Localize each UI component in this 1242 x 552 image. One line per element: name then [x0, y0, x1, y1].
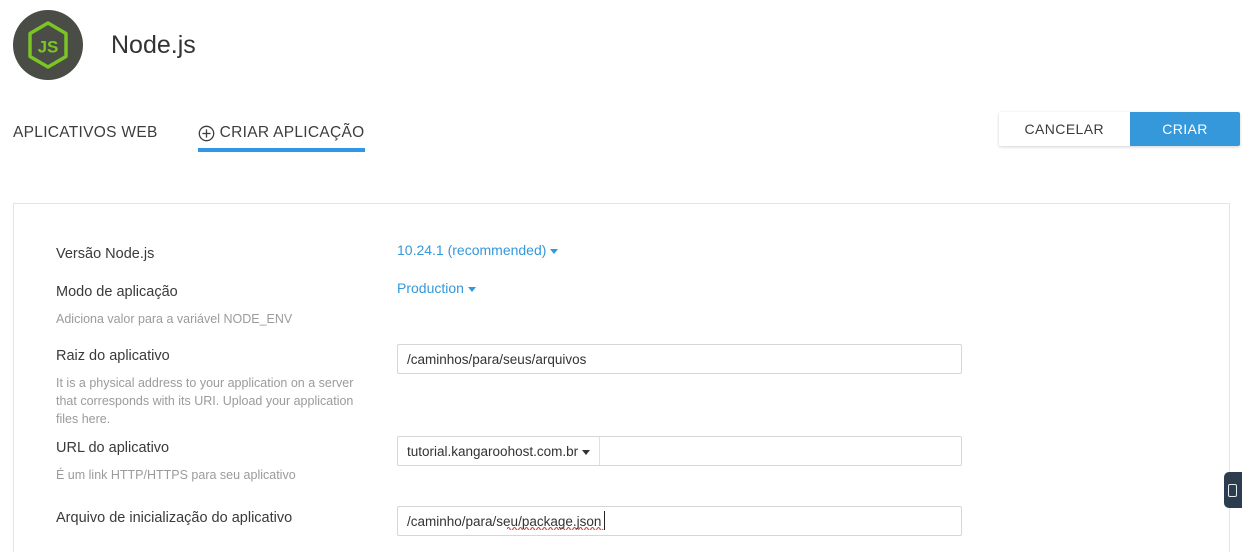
chevron-down-icon [468, 287, 476, 292]
label-column: Versão Node.js [56, 242, 397, 264]
tab-label: APLICATIVOS WEB [13, 124, 158, 142]
action-buttons: CANCELAR CRIAR [999, 112, 1240, 146]
label-column: Arquivo de inicialização do aplicativo [56, 506, 397, 528]
chat-tab-glyph [1228, 484, 1237, 497]
label-column: Modo de aplicação Adiciona valor para a … [56, 280, 397, 328]
chevron-down-icon [550, 249, 558, 254]
create-application-form-card: Versão Node.js 10.24.1 (recommended) Mod… [13, 203, 1230, 552]
chevron-down-icon [582, 450, 590, 455]
application-mode-value: Production [397, 280, 464, 296]
field-label: Raiz do aplicativo [56, 346, 397, 366]
label-column: URL do aplicativo É um link HTTP/HTTPS p… [56, 436, 397, 484]
create-button[interactable]: CRIAR [1130, 112, 1240, 146]
field-help-text: É um link HTTP/HTTPS para seu aplicativo [56, 466, 356, 484]
field-column [397, 506, 1229, 536]
field-column: Production [397, 280, 1229, 298]
field-help-text: It is a physical address to your applica… [56, 374, 356, 428]
app-header: JS Node.js [0, 0, 1242, 72]
text-caret [604, 511, 605, 530]
form-row-application-mode: Modo de aplicação Adiciona valor para a … [14, 280, 1229, 328]
form-row-node-version: Versão Node.js 10.24.1 (recommended) [14, 242, 1229, 264]
field-label: Arquivo de inicialização do aplicativo [56, 508, 397, 528]
field-help-text: Adiciona valor para a variável NODE_ENV [56, 310, 356, 328]
tab-criar-aplicacao[interactable]: CRIAR APLICAÇÃO [198, 118, 365, 152]
chat-tab-icon[interactable] [1224, 472, 1242, 508]
node-version-value: 10.24.1 (recommended) [397, 242, 546, 258]
application-root-input[interactable] [397, 344, 962, 374]
node-version-dropdown[interactable]: 10.24.1 (recommended) [397, 242, 558, 258]
form-row-application-root: Raiz do aplicativo It is a physical addr… [14, 344, 1229, 428]
plus-circle-icon [198, 125, 215, 142]
nodejs-hexagon-js-icon: JS [13, 10, 83, 80]
application-url-input[interactable] [600, 437, 961, 465]
field-label: Versão Node.js [56, 244, 397, 264]
tab-aplicativos-web[interactable]: APLICATIVOS WEB [13, 118, 158, 152]
svg-text:JS: JS [38, 38, 59, 57]
application-domain-dropdown[interactable]: tutorial.kangaroohost.com.br [398, 437, 600, 465]
field-column: tutorial.kangaroohost.com.br [397, 436, 1229, 466]
application-mode-dropdown[interactable]: Production [397, 280, 476, 296]
field-label: Modo de aplicação [56, 282, 397, 302]
startup-file-input[interactable] [397, 506, 962, 536]
form-row-startup-file: Arquivo de inicialização do aplicativo [14, 506, 1229, 536]
application-url-group: tutorial.kangaroohost.com.br [397, 436, 962, 466]
startup-file-field-wrap [397, 506, 962, 536]
cancel-button[interactable]: CANCELAR [999, 112, 1130, 146]
label-column: Raiz do aplicativo It is a physical addr… [56, 344, 397, 428]
field-column: 10.24.1 (recommended) [397, 242, 1229, 260]
tab-list: APLICATIVOS WEB CRIAR APLICAÇÃO [13, 118, 365, 152]
tab-label: CRIAR APLICAÇÃO [220, 124, 365, 142]
application-domain-value: tutorial.kangaroohost.com.br [407, 444, 578, 459]
field-label: URL do aplicativo [56, 438, 397, 458]
form-row-application-url: URL do aplicativo É um link HTTP/HTTPS p… [14, 436, 1229, 484]
tabs-row: APLICATIVOS WEB CRIAR APLICAÇÃO CANCELAR… [0, 112, 1242, 170]
field-column [397, 344, 1229, 374]
page-title: Node.js [111, 31, 196, 60]
